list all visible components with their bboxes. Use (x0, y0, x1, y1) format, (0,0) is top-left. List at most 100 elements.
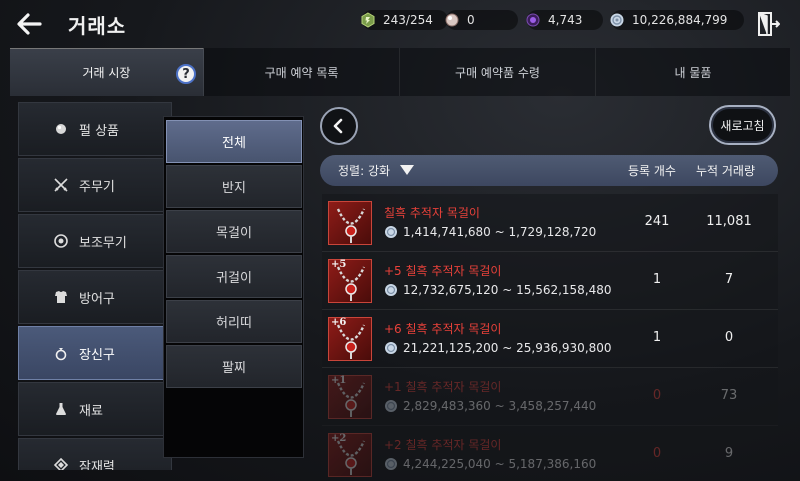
sort-header: 정렬: 강화 등록 개수 누적 거래량 (320, 155, 778, 186)
item-row[interactable]: +6 +6 칠흑 추적자 목걸이 21,221,125,200 ~ 25,936… (322, 310, 778, 368)
dropdown-arrow-icon[interactable] (400, 165, 414, 175)
column-header-count[interactable]: 등록 개수 (628, 162, 676, 179)
necklace-item-icon (328, 201, 372, 245)
necklace-item-icon: +5 (328, 259, 372, 303)
trade-volume: 9 (724, 446, 734, 461)
category-label: 재료 (79, 403, 103, 419)
list-back-button[interactable] (320, 107, 358, 145)
column-header-volume[interactable]: 누적 거래량 (696, 162, 755, 179)
tab-bar: 거래 시장 ? 구매 예약 목록 구매 예약품 수령 내 물품 (10, 48, 790, 96)
item-row[interactable]: 칠흑 추적자 목걸이 1,414,741,680 ~ 1,729,128,720… (322, 194, 778, 252)
pearl-display: 0 (444, 10, 518, 30)
silver-icon (385, 226, 397, 238)
chevron-left-icon (333, 118, 343, 134)
category-pearl-items[interactable]: 펄 상품 (18, 102, 172, 156)
trade-volume: 73 (720, 388, 738, 403)
crossed-swords-icon (53, 177, 69, 193)
item-price-range: 1,414,741,680 ~ 1,729,128,720 (384, 225, 596, 239)
category-material[interactable]: 재료 (18, 382, 172, 436)
pearl-icon (444, 12, 460, 28)
category-label: 방어구 (79, 291, 115, 307)
subcategory-necklace[interactable]: 목걸이 (166, 210, 302, 253)
listing-count: 1 (652, 330, 662, 345)
silver-icon (385, 284, 397, 296)
necklace-item-icon: +2 (328, 433, 372, 477)
energy-icon (360, 12, 376, 28)
subcategory-earring[interactable]: 귀걸이 (166, 255, 302, 298)
listing-count: 241 (644, 214, 670, 229)
top-bar: 거래소 243/254 0 4,743 10,226,884,799 (0, 0, 800, 48)
category-potential[interactable]: 잠재력 (18, 438, 172, 470)
enhance-level: +2 (331, 433, 347, 444)
ring-icon (53, 345, 69, 361)
category-label: 펄 상품 (79, 123, 120, 139)
help-icon[interactable]: ? (176, 64, 196, 84)
pearl-value: 0 (467, 13, 475, 27)
tab-my-items[interactable]: 내 물품 (596, 48, 790, 96)
listing-count: 0 (652, 446, 662, 461)
category-accessory[interactable]: 장신구 (18, 326, 172, 380)
item-name: 칠흑 추적자 목걸이 (384, 206, 480, 220)
tab-reserved-item-pickup[interactable]: 구매 예약품 수령 (400, 48, 596, 96)
trade-volume: 11,081 (706, 214, 752, 229)
item-name: +6 칠흑 추적자 목걸이 (384, 322, 502, 336)
page-title: 거래소 (68, 14, 127, 38)
back-arrow-icon[interactable] (14, 8, 46, 40)
necklace-item-icon: +6 (328, 317, 372, 361)
flask-icon (53, 401, 69, 417)
black-stone-icon (525, 12, 541, 28)
item-row[interactable]: +5 +5 칠흑 추적자 목걸이 12,732,675,120 ~ 15,562… (322, 252, 778, 310)
silver-icon (609, 12, 625, 28)
black-stone-value: 4,743 (548, 13, 583, 27)
trade-volume: 7 (724, 272, 734, 287)
tab-trading-market[interactable]: 거래 시장 ? (10, 48, 204, 96)
silver-icon (385, 458, 397, 470)
refresh-button[interactable]: 새로고침 (709, 105, 776, 145)
price-text: 21,221,125,200 ~ 25,936,930,800 (403, 341, 612, 355)
subcategory-label: 귀걸이 (216, 271, 252, 286)
silver-icon (385, 400, 397, 412)
subcategory-label: 팔찌 (222, 361, 246, 376)
item-name: +5 칠흑 추적자 목걸이 (384, 264, 502, 278)
subcategory-all[interactable]: 전체 (166, 120, 302, 163)
tab-label: 내 물품 (674, 65, 712, 80)
category-label: 잠재력 (79, 459, 115, 471)
enhance-level: +1 (331, 375, 347, 386)
subcategory-label: 목걸이 (216, 226, 252, 241)
listing-count: 1 (652, 272, 662, 287)
category-label: 장신구 (79, 347, 115, 363)
subcategory-label: 반지 (222, 181, 246, 196)
tab-label: 구매 예약품 수령 (455, 65, 540, 80)
subcategory-bracelet[interactable]: 팔찌 (166, 345, 302, 388)
item-name: +1 칠흑 추적자 목걸이 (384, 380, 502, 394)
item-price-range: 21,221,125,200 ~ 25,936,930,800 (384, 341, 612, 355)
armor-icon (53, 289, 69, 305)
item-price-range: 12,732,675,120 ~ 15,562,158,480 (384, 283, 612, 297)
energy-value: 243/254 (383, 13, 433, 27)
category-label: 보조무기 (79, 235, 127, 251)
enhance-level: +5 (331, 259, 347, 270)
category-sub-weapon[interactable]: 보조무기 (18, 214, 172, 268)
exit-door-icon[interactable] (756, 11, 781, 37)
category-label: 주무기 (79, 179, 115, 195)
pearl-icon (53, 121, 69, 137)
black-stone-display: 4,743 (525, 10, 603, 30)
item-list: 칠흑 추적자 목걸이 1,414,741,680 ~ 1,729,128,720… (322, 194, 778, 481)
sort-dropdown-label[interactable]: 정렬: 강화 (338, 162, 390, 179)
trade-volume: 0 (724, 330, 734, 345)
silver-icon (385, 342, 397, 354)
subcategory-belt[interactable]: 허리띠 (166, 300, 302, 343)
price-text: 4,244,225,040 ~ 5,187,386,160 (403, 457, 597, 471)
subcategory-ring[interactable]: 반지 (166, 165, 302, 208)
price-text: 1,414,741,680 ~ 1,729,128,720 (403, 225, 597, 239)
enhance-level: +6 (331, 317, 347, 328)
item-row[interactable]: +2 +2 칠흑 추적자 목걸이 4,244,225,040 ~ 5,187,3… (322, 426, 778, 481)
tab-purchase-reservation-list[interactable]: 구매 예약 목록 (204, 48, 400, 96)
price-text: 2,829,483,360 ~ 3,458,257,440 (403, 399, 597, 413)
category-main-weapon[interactable]: 주무기 (18, 158, 172, 212)
category-armor[interactable]: 방어구 (18, 270, 172, 324)
item-row[interactable]: +1 +1 칠흑 추적자 목걸이 2,829,483,360 ~ 3,458,2… (322, 368, 778, 426)
category-list: 펄 상품 주무기 보조무기 방어구 장신구 재료 잠재력 (18, 100, 172, 470)
subcategory-list: 전체 반지 목걸이 귀걸이 허리띠 팔찌 (163, 116, 304, 458)
subcategory-label: 허리띠 (216, 316, 252, 331)
